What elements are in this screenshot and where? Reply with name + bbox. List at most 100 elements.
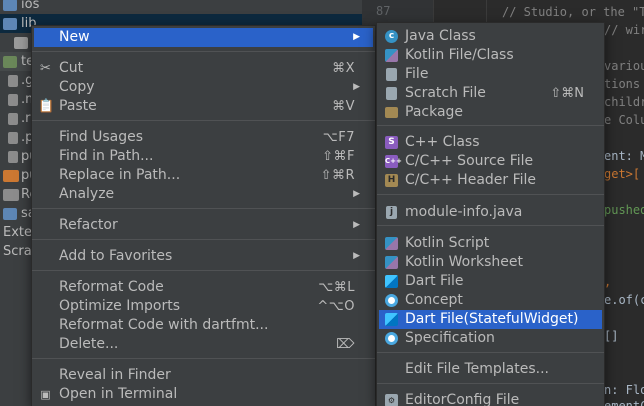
submenu-item-concept[interactable]: Concept (379, 291, 602, 310)
separator (377, 383, 604, 384)
menu-item-add-to-favorites[interactable]: Add to Favorites ▶ (34, 247, 373, 266)
submenu-item-dart-file-stateful[interactable]: Dart File(StatefulWidget) (379, 310, 602, 329)
separator (32, 358, 375, 359)
editorconfig-icon: ⚙ (385, 394, 398, 406)
shortcut: ⌘V (332, 99, 355, 114)
cpp-header-icon: H (385, 174, 398, 187)
yaml-file-icon (3, 170, 19, 182)
submenu-item-cpp-header[interactable]: H C/C++ Header File (379, 171, 602, 190)
menu-item-label: Optimize Imports (59, 298, 180, 314)
menu-item-label: Find Usages (59, 129, 144, 145)
file-icon (8, 94, 18, 106)
menu-item-optimize-imports[interactable]: Optimize Imports ^⌥O (34, 297, 373, 316)
separator (377, 194, 604, 195)
menu-item-analyze[interactable]: Analyze ▶ (34, 185, 373, 204)
folder-icon (3, 0, 17, 11)
project-row-ios[interactable]: ios (0, 0, 362, 14)
file-icon (386, 68, 397, 81)
package-folder-icon (385, 107, 398, 118)
separator (377, 352, 604, 353)
menu-item-find-usages[interactable]: Find Usages ⌥F7 (34, 128, 373, 147)
shortcut: ^⌥O (317, 299, 355, 314)
menu-item-copy[interactable]: Copy ▶ (34, 78, 373, 97)
submenu-item-label: EditorConfig File (405, 392, 520, 406)
specification-icon (385, 332, 398, 345)
file-icon (8, 113, 18, 125)
submenu-item-file[interactable]: File (379, 65, 602, 84)
submenu-item-java-class[interactable]: c Java Class (379, 27, 602, 46)
folder-icon (3, 18, 17, 30)
folder-icon (3, 56, 17, 68)
menu-item-reveal-in-finder[interactable]: Reveal in Finder (34, 366, 373, 385)
separator (32, 239, 375, 240)
submenu-item-kotlin-script[interactable]: Kotlin Script (379, 234, 602, 253)
submenu-item-module-info[interactable]: j module-info.java (379, 203, 602, 222)
project-row-label: ios (21, 0, 40, 12)
submenu-arrow-icon: ▶ (353, 32, 360, 42)
code-line: tions a (604, 77, 644, 91)
shortcut: ⌥⌘L (318, 280, 355, 295)
scratch-file-icon (386, 87, 397, 100)
menu-item-refactor[interactable]: Refactor ▶ (34, 216, 373, 235)
shortcut: ⇧⌘F (322, 149, 355, 164)
new-submenu: c Java Class Kotlin File/Class File Scra… (376, 22, 605, 406)
file-icon (8, 132, 18, 144)
menu-item-new[interactable]: New ▶ (34, 28, 373, 47)
concept-icon (385, 294, 398, 307)
submenu-item-specification[interactable]: Specification (379, 329, 602, 348)
menu-item-label: Reveal in Finder (59, 367, 171, 383)
menu-item-label: Delete... (59, 336, 119, 352)
shortcut: ⌥F7 (322, 130, 355, 145)
menu-item-label: Reformat Code (59, 279, 164, 295)
submenu-item-package[interactable]: Package (379, 103, 602, 122)
code-line: e Colum (604, 113, 644, 127)
menu-item-delete[interactable]: Delete... ⌦ (34, 335, 373, 354)
file-icon (8, 151, 18, 163)
menu-item-label: Cut (59, 60, 84, 76)
menu-item-replace-in-path[interactable]: Replace in Path... ⇧⌘R (34, 166, 373, 185)
submenu-item-label: C/C++ Header File (405, 172, 537, 188)
shortcut: ⌘X (332, 61, 355, 76)
dart-file-icon (385, 313, 398, 326)
submenu-item-kotlin-file-class[interactable]: Kotlin File/Class (379, 46, 602, 65)
submenu-item-editorconfig-file[interactable]: ⚙ EditorConfig File (379, 391, 602, 406)
submenu-item-scratch-file[interactable]: Scratch File ⇧⌘N (379, 84, 602, 103)
submenu-item-label: Kotlin File/Class (405, 47, 514, 63)
shortcut: ⌦ (336, 337, 355, 352)
separator (32, 51, 375, 52)
submenu-item-label: Edit File Templates... (405, 361, 549, 377)
submenu-item-label: C/C++ Source File (405, 153, 534, 169)
submenu-item-label: Kotlin Worksheet (405, 254, 523, 270)
menu-item-cut[interactable]: ✂ Cut ⌘X (34, 59, 373, 78)
menu-item-find-in-path[interactable]: Find in Path... ⇧⌘F (34, 147, 373, 166)
menu-item-reformat-dartfmt[interactable]: Reformat Code with dartfmt... (34, 316, 373, 335)
submenu-item-edit-file-templates[interactable]: Edit File Templates... (379, 360, 602, 379)
java-module-icon: j (386, 206, 397, 219)
scissors-icon: ✂ (40, 61, 51, 76)
code-line: childre (604, 95, 644, 109)
submenu-item-label: File (405, 66, 429, 82)
dart-file-icon (385, 275, 398, 288)
separator (377, 225, 604, 226)
separator (32, 120, 375, 121)
submenu-arrow-icon: ▶ (353, 251, 360, 261)
menu-item-reformat-code[interactable]: Reformat Code ⌥⌘L (34, 278, 373, 297)
submenu-arrow-icon: ▶ (353, 189, 360, 199)
submenu-item-label: C++ Class (405, 134, 480, 150)
submenu-item-kotlin-worksheet[interactable]: Kotlin Worksheet (379, 253, 602, 272)
shortcut: ⇧⌘N (550, 86, 584, 101)
cpp-source-icon: C++ (385, 155, 402, 168)
menu-item-open-in-terminal[interactable]: ▣ Open in Terminal (34, 385, 373, 404)
context-menu: New ▶ ✂ Cut ⌘X Copy ▶ 📋 Paste ⌘V Find Us… (31, 25, 376, 406)
code-line: e.of(c (604, 293, 644, 307)
cpp-class-icon: S (385, 136, 398, 149)
separator (377, 125, 604, 126)
menu-item-label: Refactor (59, 217, 118, 233)
submenu-item-dart-file[interactable]: Dart File (379, 272, 602, 291)
submenu-arrow-icon: ▶ (353, 220, 360, 230)
line-number: 87 (376, 4, 391, 18)
menu-item-paste[interactable]: 📋 Paste ⌘V (34, 97, 373, 116)
submenu-item-cpp-source[interactable]: C++ C/C++ Source File (379, 152, 602, 171)
submenu-item-label: Package (405, 104, 464, 120)
submenu-item-cpp-class[interactable]: S C++ Class (379, 133, 602, 152)
